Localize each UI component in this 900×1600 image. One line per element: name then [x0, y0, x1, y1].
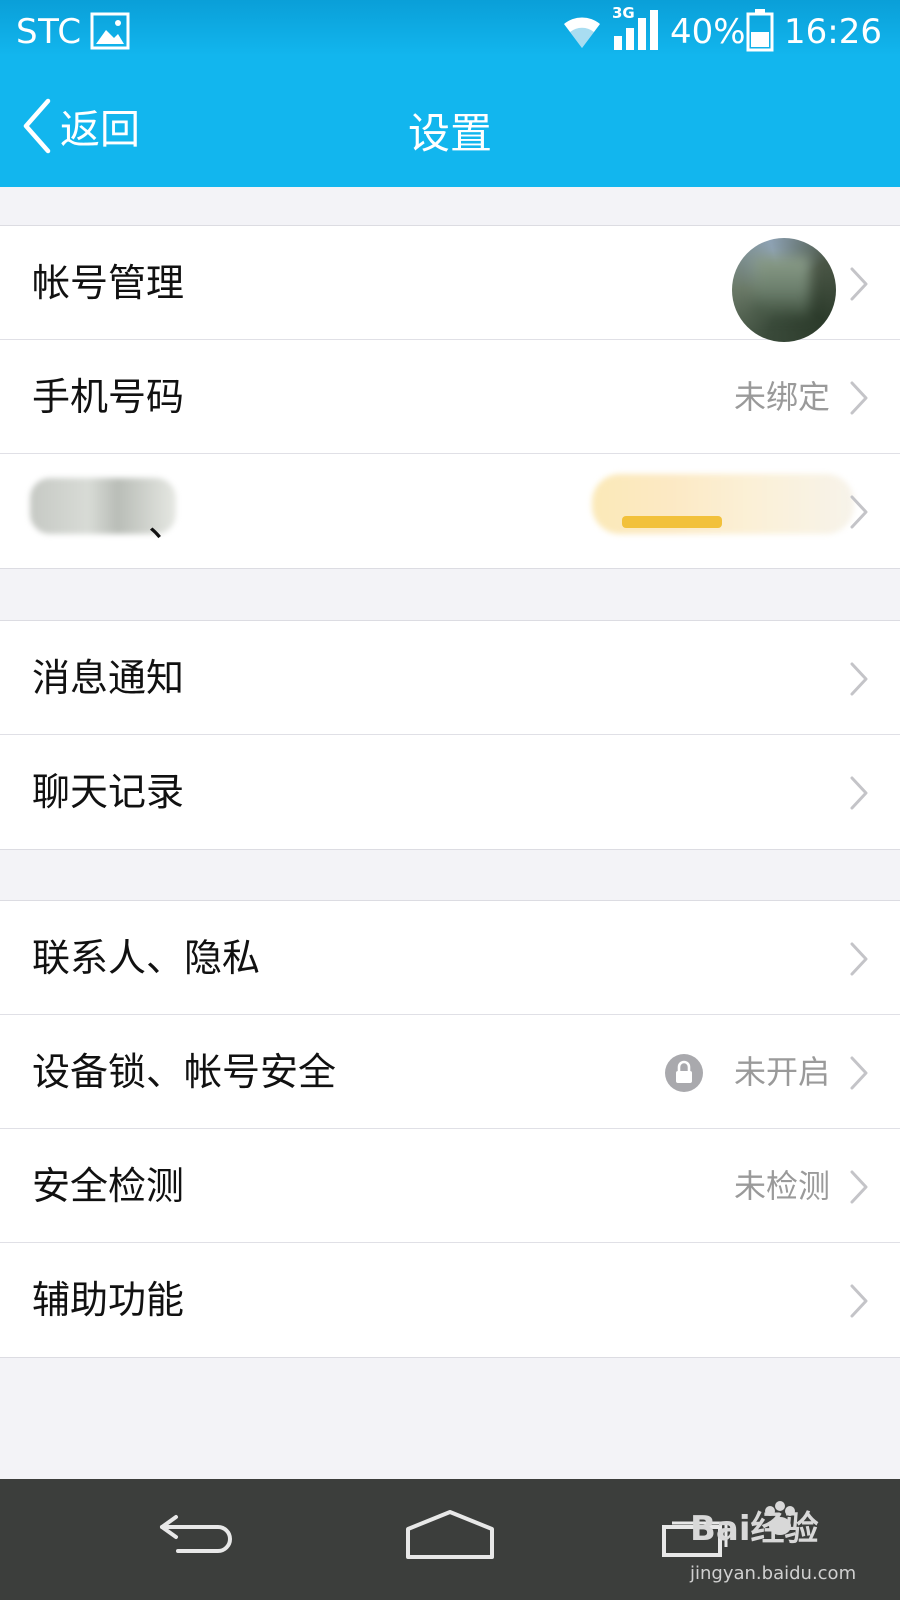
row-value: 未绑定: [733, 378, 830, 416]
settings-group-account: 帐号管理 手机号码 未绑定 、: [0, 225, 900, 569]
lock-icon: [665, 1054, 703, 1092]
status-bar: STC 3G 40% 16:26: [0, 0, 900, 64]
row-label: 辅助功能: [32, 1278, 185, 1322]
chevron-right-icon: [850, 942, 868, 976]
row-value: 未检测: [733, 1167, 830, 1205]
image-notification-icon: [90, 12, 130, 50]
settings-row-blurred[interactable]: 、: [0, 454, 900, 568]
home-icon[interactable]: [404, 1509, 496, 1561]
settings-group-privacy: 联系人、隐私 设备锁、帐号安全 未开启 安全检测 未检测 辅助功能: [0, 900, 900, 1358]
battery-percent: 40%: [670, 12, 746, 52]
chevron-right-icon: [850, 662, 868, 696]
system-navigation-bar: Bai经验 jingyan.baidu.com: [0, 1479, 900, 1600]
chevron-right-icon: [850, 776, 868, 810]
chevron-right-icon: [850, 381, 868, 415]
chevron-right-icon: [850, 1170, 868, 1204]
row-value: 未开启: [733, 1053, 830, 1091]
settings-row-device-lock[interactable]: 设备锁、帐号安全 未开启: [0, 1015, 900, 1129]
clock: 16:26: [784, 12, 882, 52]
settings-row-phone-number[interactable]: 手机号码 未绑定: [0, 340, 900, 454]
settings-row-security-check[interactable]: 安全检测 未检测: [0, 1129, 900, 1243]
row-label: 安全检测: [32, 1164, 185, 1208]
battery-icon: [746, 9, 774, 52]
signal-icon: [614, 10, 658, 50]
row-label: 聊天记录: [32, 770, 185, 814]
chevron-right-icon: [850, 1284, 868, 1318]
chevron-right-icon: [850, 267, 868, 301]
chevron-right-icon: [850, 1056, 868, 1090]
nav-bar: 返回 设置: [0, 64, 900, 187]
watermark-logo: Bai经验: [690, 1509, 819, 1549]
back-icon[interactable]: [156, 1509, 242, 1557]
blurred-value-accent: [622, 516, 722, 528]
wifi-icon: [564, 17, 600, 48]
row-label: 消息通知: [32, 656, 185, 700]
settings-row-contacts-privacy[interactable]: 联系人、隐私: [0, 901, 900, 1015]
settings-row-accessibility[interactable]: 辅助功能: [0, 1243, 900, 1357]
row-label: 联系人、隐私: [32, 936, 261, 980]
chevron-right-icon: [850, 495, 868, 529]
watermark-url: jingyan.baidu.com: [690, 1563, 857, 1584]
page-title: 设置: [407, 109, 492, 158]
settings-group-messages: 消息通知 聊天记录: [0, 620, 900, 850]
avatar: [732, 238, 836, 342]
row-label: 手机号码: [32, 375, 185, 419]
settings-row-account-management[interactable]: 帐号管理: [0, 226, 900, 342]
settings-row-chat-history[interactable]: 聊天记录: [0, 735, 900, 849]
row-label: 帐号管理: [32, 261, 185, 305]
settings-row-notifications[interactable]: 消息通知: [0, 621, 900, 735]
row-label-tail: 、: [148, 501, 187, 545]
carrier-label: STC: [16, 12, 82, 52]
row-label: 设备锁、帐号安全: [32, 1050, 337, 1094]
